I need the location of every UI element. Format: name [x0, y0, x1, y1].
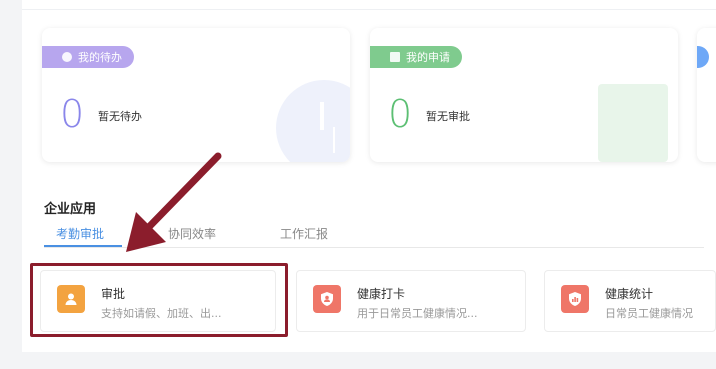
- my-todo-card[interactable]: 我的待办 0 暂无待办: [42, 28, 350, 162]
- my-todo-pill: 我的待办: [42, 46, 134, 68]
- third-card-pill: [697, 46, 709, 68]
- third-card[interactable]: [697, 28, 716, 162]
- clock-decoration-icon: [276, 80, 350, 162]
- todo-empty-text: 暂无待办: [98, 110, 142, 123]
- my-application-label: 我的申请: [406, 51, 450, 64]
- application-count: 0: [388, 92, 413, 136]
- tab-attendance-approval[interactable]: 考勤审批: [56, 226, 104, 242]
- todo-count: 0: [60, 92, 85, 136]
- app-tile-health-checkin[interactable]: 健康打卡 用于日常员工健康情况...: [296, 270, 526, 332]
- clock-circle-icon: [62, 52, 72, 62]
- pointer-arrow-icon: [126, 152, 222, 252]
- app-description: 用于日常员工健康情况...: [357, 307, 478, 320]
- top-strip: [22, 0, 716, 10]
- my-application-pill: 我的申请: [370, 46, 462, 68]
- active-tab-indicator: [44, 245, 122, 247]
- app-tile-health-stats[interactable]: 健康统计 日常员工健康情况: [544, 270, 716, 332]
- document-decoration-icon: [598, 84, 668, 162]
- tab-work-report[interactable]: 工作汇报: [280, 226, 328, 242]
- my-todo-label: 我的待办: [78, 51, 122, 64]
- section-title: 企业应用: [44, 202, 97, 217]
- my-application-card[interactable]: 我的申请 0 暂无审批: [370, 28, 678, 162]
- shield-person-icon: [313, 285, 341, 313]
- app-name: 健康统计: [605, 287, 654, 301]
- shield-chart-icon: [561, 285, 589, 313]
- app-name: 健康打卡: [357, 287, 406, 301]
- app-description: 日常员工健康情况: [605, 307, 693, 320]
- application-empty-text: 暂无审批: [426, 110, 470, 123]
- highlight-box: [30, 263, 288, 337]
- document-icon: [390, 52, 400, 62]
